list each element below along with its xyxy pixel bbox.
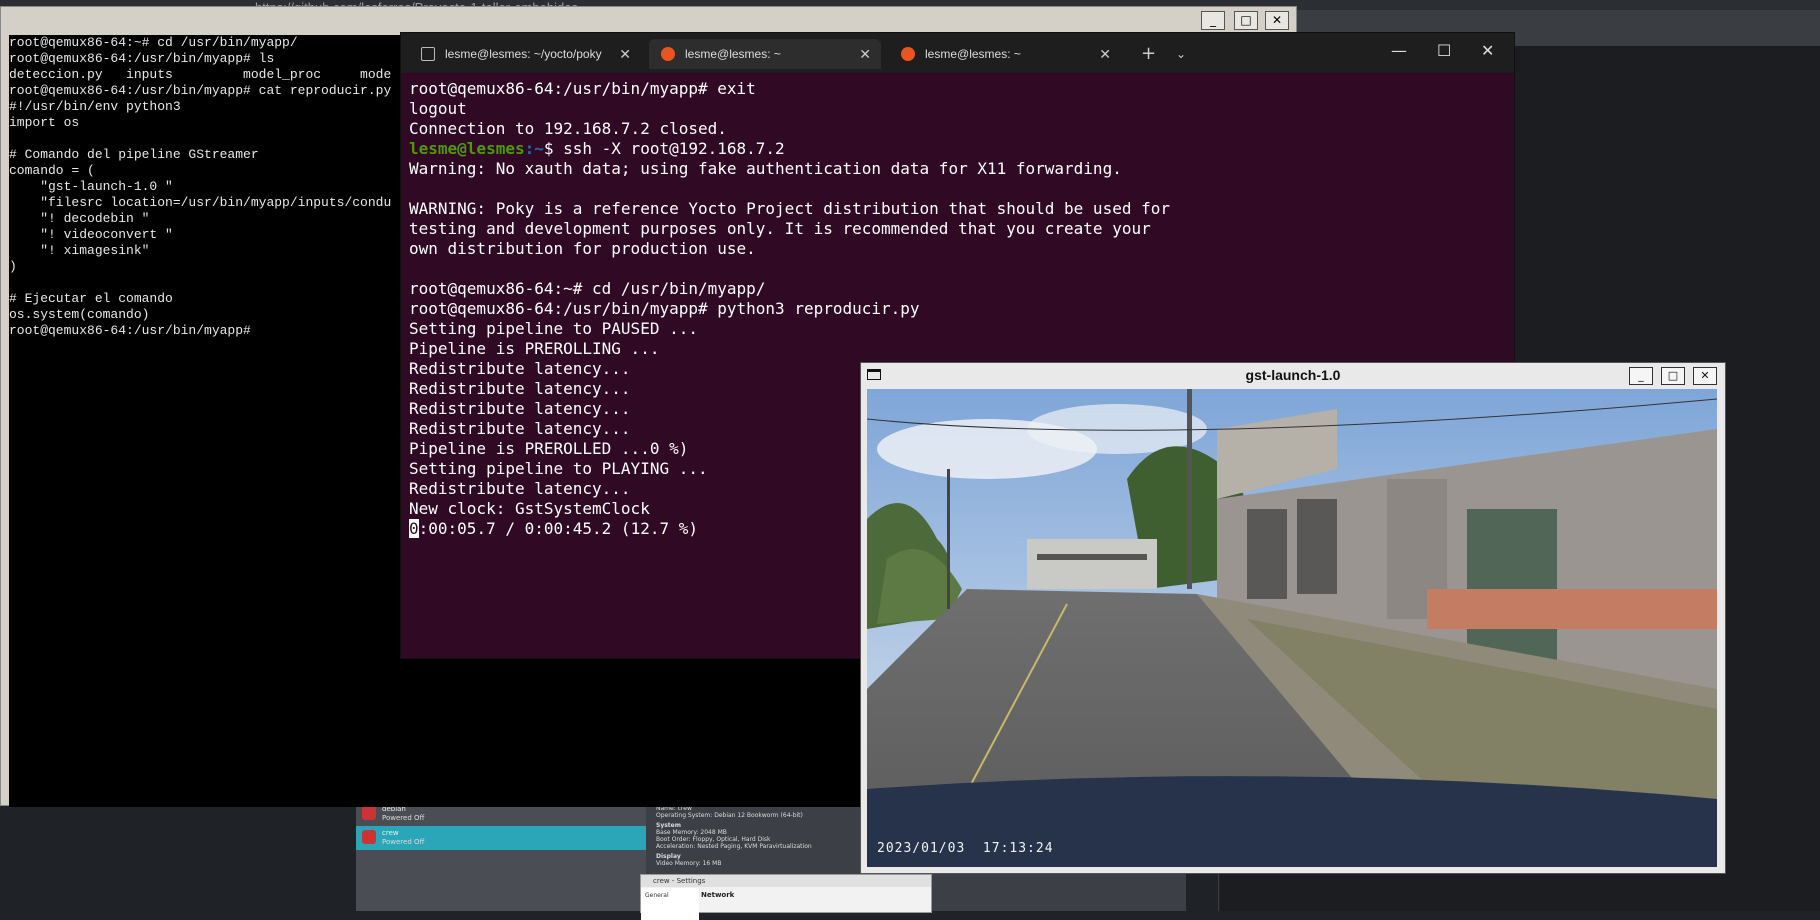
close-button[interactable]: ✕ xyxy=(1265,11,1289,30)
terminal-line: own distribution for production use. xyxy=(409,239,756,258)
gst-titlebar[interactable]: gst-launch-1.0 _ □ ✕ xyxy=(861,363,1725,387)
vm-icon xyxy=(362,806,376,820)
terminal-icon xyxy=(421,47,435,61)
settings-section-title: Network xyxy=(701,891,735,899)
terminal-line: Redistribute latency... xyxy=(409,479,631,498)
settings-side-general[interactable]: General xyxy=(641,888,699,920)
tab-label: lesme@lesmes: ~ xyxy=(685,47,781,61)
close-button[interactable]: ✕ xyxy=(1481,41,1494,61)
terminal-line: Redistribute latency... xyxy=(409,359,631,378)
playback-progress-line: :00:05.7 / 0:00:45.2 (12.7 %) xyxy=(418,519,698,538)
vm-state: Powered Off xyxy=(382,814,425,822)
terminal-header[interactable]: lesme@lesmes: ~/yocto/poky ✕ lesme@lesme… xyxy=(401,33,1514,73)
terminal-line: Setting pipeline to PAUSED ... xyxy=(409,319,698,338)
console-line: comando = ( xyxy=(9,163,95,178)
vm-state: Powered Off xyxy=(382,838,425,846)
console-line: deteccion.py inputs model_proc mode xyxy=(9,67,392,82)
prompt-user: lesme@lesmes xyxy=(409,139,525,158)
console-line: root@qemux86-64:/usr/bin/myapp# ls xyxy=(9,51,275,66)
vm-list: debian Powered Off crew Powered Off xyxy=(356,800,646,911)
vm-item-crew[interactable]: crew Powered Off xyxy=(356,826,646,850)
terminal-line: Redistribute latency... xyxy=(409,399,631,418)
console-line: # Ejecutar el comando xyxy=(9,291,173,306)
terminal-line: Redistribute latency... xyxy=(409,419,631,438)
console-line: root@qemux86-64:/usr/bin/myapp# cat repr… xyxy=(9,83,392,98)
console-line: # Comando del pipeline GStreamer xyxy=(9,147,259,162)
vm-icon xyxy=(362,830,376,844)
video-timestamp: 2023/01/03 17:13:24 xyxy=(877,841,1054,856)
console-line: os.system(comando) xyxy=(9,307,150,322)
tab-lesme-home[interactable]: lesme@lesmes: ~ ✕ xyxy=(889,39,1121,69)
console-line: import os xyxy=(9,115,80,130)
terminal-line: New clock: GstSystemClock xyxy=(409,499,650,518)
minimize-button[interactable]: _ xyxy=(1629,367,1653,385)
tab-dropdown-button[interactable]: ⌄ xyxy=(1176,39,1186,69)
maximize-button[interactable]: ☐ xyxy=(1437,41,1451,61)
vm-name: crew xyxy=(382,829,399,837)
close-icon[interactable]: ✕ xyxy=(1099,39,1111,69)
prompt-command: $ ssh -X root@192.168.7.2 xyxy=(543,139,785,158)
new-tab-button[interactable]: + xyxy=(1141,39,1156,69)
tab-lesme-home-active[interactable]: lesme@lesmes: ~ ✕ xyxy=(649,39,881,69)
prompt-path: :~ xyxy=(524,139,544,158)
street-scene-video xyxy=(867,389,1717,867)
ubuntu-icon xyxy=(661,47,675,61)
settings-title: crew - Settings xyxy=(641,875,931,887)
tab-yocto-poky[interactable]: lesme@lesmes: ~/yocto/poky ✕ xyxy=(409,39,641,69)
tab-label: lesme@lesmes: ~/yocto/poky xyxy=(445,47,602,61)
vm-settings-window: crew - Settings General Network xyxy=(640,874,932,920)
terminal-line: root@qemux86-64:~# cd /usr/bin/myapp/ xyxy=(409,279,766,298)
console-line: ) xyxy=(9,259,17,274)
terminal-line: Warning: No xauth data; using fake authe… xyxy=(409,159,1122,178)
gst-video-window: gst-launch-1.0 _ □ ✕ 2023/01/03 17:13:24 xyxy=(860,362,1726,874)
console-line: "! ximagesink" xyxy=(9,243,150,258)
close-icon[interactable]: ✕ xyxy=(619,39,631,69)
gst-window-title: gst-launch-1.0 xyxy=(1245,367,1341,383)
terminal-cursor: 0 xyxy=(409,519,419,538)
qemu-titlebar[interactable]: _ □ ✕ xyxy=(1,7,1296,33)
console-line: root@qemux86-64:~# cd /usr/bin/myapp/ xyxy=(9,35,298,50)
console-line: root@qemux86-64:/usr/bin/myapp# xyxy=(9,323,251,338)
terminal-line: Redistribute latency... xyxy=(409,379,631,398)
minimize-button[interactable]: — xyxy=(1391,41,1407,61)
terminal-line: Pipeline is PREROLLING ... xyxy=(409,339,660,358)
close-icon[interactable]: ✕ xyxy=(859,39,871,69)
maximize-button[interactable]: □ xyxy=(1234,11,1258,30)
console-line: "! decodebin " xyxy=(9,211,150,226)
tab-label: lesme@lesmes: ~ xyxy=(925,47,1021,61)
ubuntu-icon xyxy=(901,47,915,61)
terminal-line: Connection to 192.168.7.2 closed. xyxy=(409,119,727,138)
terminal-line: logout xyxy=(409,99,467,118)
terminal-line: WARNING: Poky is a reference Yocto Proje… xyxy=(409,199,1170,218)
console-line: #!/usr/bin/env python3 xyxy=(9,99,181,114)
close-button[interactable]: ✕ xyxy=(1693,367,1717,385)
video-frame: 2023/01/03 17:13:24 xyxy=(867,389,1717,867)
qemu-console-text: root@qemux86-64:~# cd /usr/bin/myapp/ ro… xyxy=(9,35,391,339)
terminal-line: root@qemux86-64:/usr/bin/myapp# exit xyxy=(409,79,756,98)
minimize-button[interactable]: _ xyxy=(1201,11,1225,30)
console-line: "! videoconvert " xyxy=(9,227,173,242)
maximize-button[interactable]: □ xyxy=(1661,367,1685,385)
terminal-line: Pipeline is PREROLLED ...0 %) xyxy=(409,439,689,458)
terminal-line: root@qemux86-64:/usr/bin/myapp# python3 … xyxy=(409,299,920,318)
console-line: "gst-launch-1.0 " xyxy=(9,179,173,194)
terminal-line: testing and development purposes only. I… xyxy=(409,219,1151,238)
terminal-line: Setting pipeline to PLAYING ... xyxy=(409,459,708,478)
console-line: "filesrc location=/usr/bin/myapp/inputs/… xyxy=(9,195,392,210)
